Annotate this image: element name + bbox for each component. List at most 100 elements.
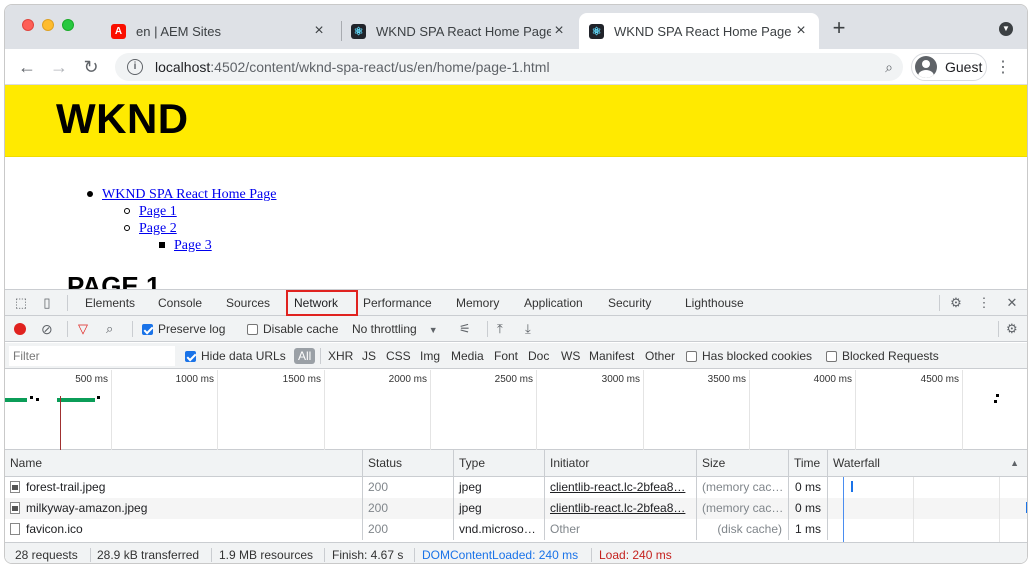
clear-icon[interactable]: ⊘: [41, 316, 53, 342]
filter-type-font[interactable]: Font: [494, 343, 518, 369]
close-devtools-icon[interactable]: ✕: [1004, 295, 1020, 311]
column-header-waterfall[interactable]: Waterfall ▲: [828, 450, 1027, 477]
cell-initiator[interactable]: clientlib-react.lc-2bfea8…: [545, 498, 697, 519]
close-tab-icon[interactable]: ×: [551, 22, 567, 40]
overview-gridline: [536, 370, 537, 450]
column-header-type[interactable]: Type: [454, 450, 545, 477]
hide-data-urls-checkbox[interactable]: Hide data URLs: [185, 343, 286, 369]
network-conditions-icon[interactable]: ⚟: [459, 316, 471, 342]
filter-type-css[interactable]: CSS: [386, 343, 411, 369]
column-header-name[interactable]: Name: [5, 450, 363, 477]
throttling-select[interactable]: No throttling ▼: [352, 316, 438, 342]
overview-request-mark: [996, 394, 999, 397]
page-viewport: WKND WKND SPA React Home Page Page 1 Pag…: [5, 85, 1027, 289]
tab-search-icon[interactable]: ▼: [999, 22, 1013, 36]
tab-security[interactable]: Security: [600, 290, 659, 316]
site-info-icon[interactable]: i: [127, 59, 143, 75]
cell-initiator[interactable]: clientlib-react.lc-2bfea8…: [545, 477, 697, 498]
nav-link-home[interactable]: WKND SPA React Home Page: [102, 187, 276, 202]
tab-console[interactable]: Console: [150, 290, 210, 316]
nav-link-page1[interactable]: Page 1: [139, 204, 177, 219]
column-header-status[interactable]: Status: [363, 450, 454, 477]
filter-icon[interactable]: ▽: [78, 316, 88, 342]
browser-menu-icon[interactable]: ⋮: [995, 57, 1011, 77]
filter-type-js[interactable]: JS: [362, 343, 376, 369]
search-icon[interactable]: ⌕: [106, 316, 113, 342]
tab-performance[interactable]: Performance: [355, 290, 440, 316]
inspect-element-icon[interactable]: ⬚: [13, 295, 29, 311]
network-settings-icon[interactable]: ⚙: [1006, 316, 1018, 342]
profile-button[interactable]: Guest: [911, 53, 987, 81]
filter-type-img[interactable]: Img: [420, 343, 440, 369]
tab-memory[interactable]: Memory: [448, 290, 507, 316]
nav-link-page3[interactable]: Page 3: [174, 238, 212, 253]
url-text[interactable]: localhost:4502/content/wknd-spa-react/us…: [155, 59, 550, 75]
tab-wknd-home-2[interactable]: ⚛ WKND SPA React Home Page ×: [579, 13, 819, 49]
maximize-window-button[interactable]: [62, 19, 74, 31]
disable-cache-checkbox[interactable]: Disable cache: [247, 316, 338, 342]
table-row[interactable]: milkyway-amazon.jpeg 200 jpeg clientlib-…: [5, 498, 1027, 519]
has-blocked-cookies-checkbox[interactable]: Has blocked cookies: [686, 343, 812, 369]
tab-application[interactable]: Application: [516, 290, 591, 316]
overview-request-mark: [36, 398, 39, 401]
import-har-icon[interactable]: ⤒: [497, 316, 503, 342]
bullet-icon: [124, 207, 130, 214]
cell-time: 0 ms: [789, 477, 828, 498]
column-header-size[interactable]: Size: [697, 450, 789, 477]
preserve-log-checkbox[interactable]: Preserve log: [142, 316, 225, 342]
close-tab-icon[interactable]: ×: [311, 22, 327, 40]
device-toolbar-icon[interactable]: ▯: [39, 295, 55, 311]
table-row[interactable]: favicon.ico 200 vnd.microso… Other (disk…: [5, 519, 1027, 540]
bullet-icon: [124, 224, 130, 231]
waterfall-label: Waterfall: [833, 456, 880, 470]
tab-sources[interactable]: Sources: [218, 290, 278, 316]
nav-item-home: WKND SPA React Home Page: [87, 187, 276, 203]
tab-elements[interactable]: Elements: [77, 290, 143, 316]
back-icon[interactable]: ←: [15, 55, 39, 79]
filter-type-doc[interactable]: Doc: [528, 343, 549, 369]
tab-lighthouse[interactable]: Lighthouse: [677, 290, 752, 316]
status-divider: [324, 548, 325, 562]
toolbar-divider: [939, 295, 940, 311]
column-header-initiator[interactable]: Initiator: [545, 450, 697, 477]
blocked-requests-checkbox[interactable]: Blocked Requests: [826, 343, 939, 369]
filter-type-media[interactable]: Media: [451, 343, 484, 369]
record-button[interactable]: [14, 323, 26, 335]
cell-initiator: Other: [545, 519, 697, 540]
react-icon: ⚛: [589, 23, 604, 39]
forward-icon[interactable]: →: [47, 55, 71, 79]
nav-link-page2[interactable]: Page 2: [139, 221, 177, 236]
network-toolbar: ⊘ ▽ ⌕ Preserve log Disable cache No thro…: [5, 316, 1027, 342]
tick-label: 2000 ms: [388, 374, 427, 385]
zoom-icon[interactable]: ⌕: [885, 59, 893, 76]
filter-type-ws[interactable]: WS: [561, 343, 580, 369]
settings-gear-icon[interactable]: ⚙: [948, 295, 964, 311]
tick-label: 4000 ms: [813, 374, 852, 385]
waterfall-bar: [851, 481, 853, 492]
close-tab-icon[interactable]: ×: [793, 22, 809, 40]
reload-icon[interactable]: ↻: [79, 55, 103, 79]
tab-wknd-home-1[interactable]: ⚛ WKND SPA React Home Page ×: [341, 13, 577, 49]
new-tab-button[interactable]: +: [827, 17, 851, 41]
page-title: PAGE 1: [67, 271, 161, 289]
column-header-time[interactable]: Time: [789, 450, 828, 477]
close-window-button[interactable]: [22, 19, 34, 31]
devtools-menu-icon[interactable]: ⋮: [976, 295, 992, 311]
cell-size: (disk cache): [697, 519, 789, 540]
tab-aem-sites[interactable]: A en | AEM Sites ×: [101, 13, 337, 49]
export-har-icon[interactable]: ⤓: [525, 316, 531, 342]
network-overview[interactable]: 500 ms 1000 ms 1500 ms 2000 ms 2500 ms 3…: [5, 370, 1027, 450]
filter-type-other[interactable]: Other: [645, 343, 675, 369]
table-row[interactable]: forest-trail.jpeg 200 jpeg clientlib-rea…: [5, 477, 1027, 498]
overview-gridline: [217, 370, 218, 450]
filter-type-all[interactable]: All: [294, 343, 316, 369]
filter-type-xhr[interactable]: XHR: [328, 343, 353, 369]
site-logo[interactable]: WKND: [56, 95, 189, 143]
cell-name: milkyway-amazon.jpeg: [5, 498, 363, 519]
cell-type: jpeg: [454, 498, 545, 519]
address-bar[interactable]: i localhost:4502/content/wknd-spa-react/…: [115, 53, 903, 81]
minimize-window-button[interactable]: [42, 19, 54, 31]
filter-type-manifest[interactable]: Manifest: [589, 343, 634, 369]
filter-input[interactable]: Filter: [9, 346, 175, 366]
avatar-icon: [915, 56, 937, 78]
